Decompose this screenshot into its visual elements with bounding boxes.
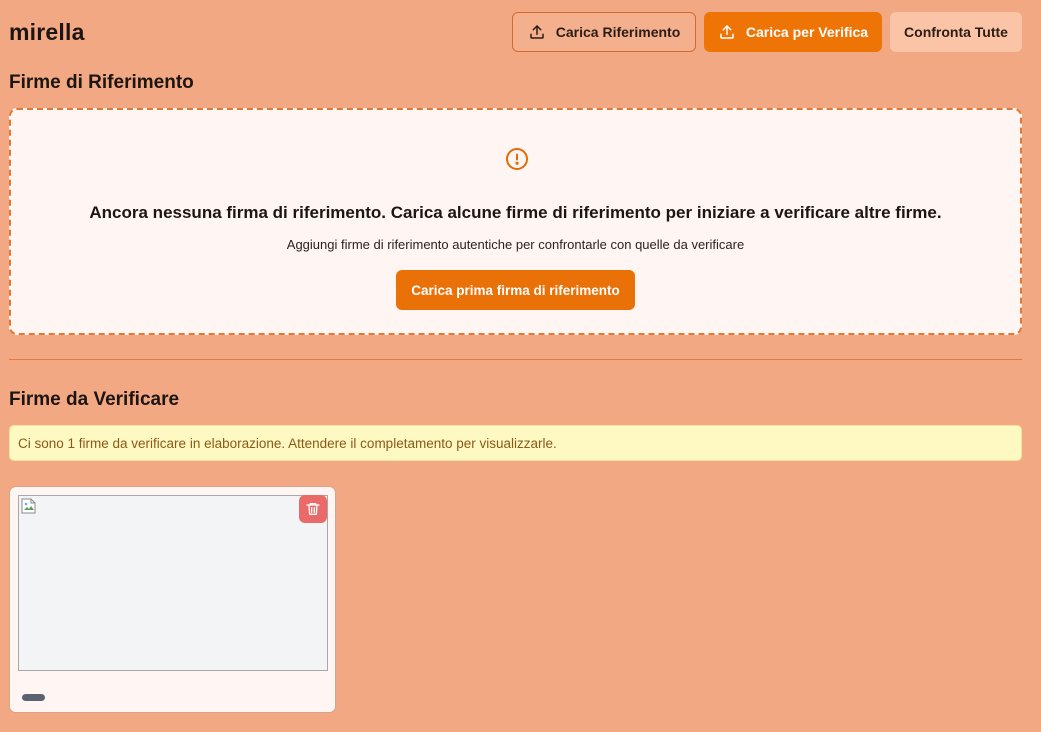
- signature-image: [18, 495, 328, 671]
- alert-circle-icon: [505, 147, 529, 171]
- signature-card[interactable]: [9, 486, 336, 713]
- upload-verify-button[interactable]: Carica per Verifica: [704, 12, 882, 52]
- reference-empty-state: Ancora nessuna firma di riferimento. Car…: [9, 108, 1022, 335]
- upload-icon: [528, 23, 546, 41]
- compare-all-label: Confronta Tutte: [904, 24, 1008, 40]
- delete-signature-button[interactable]: [299, 495, 327, 523]
- verify-section-title: Firme da Verificare: [9, 389, 180, 410]
- app-title: mirella: [9, 19, 85, 45]
- empty-state-heading: Ancora nessuna firma di riferimento. Car…: [89, 203, 942, 222]
- upload-reference-button[interactable]: Carica Riferimento: [512, 12, 696, 52]
- upload-verify-label: Carica per Verifica: [745, 24, 869, 40]
- section-divider: [9, 359, 1022, 360]
- processing-notice: Ci sono 1 firme da verificare in elabora…: [9, 425, 1022, 461]
- upload-first-reference-button[interactable]: Carica prima firma di riferimento: [396, 270, 635, 310]
- loading-placeholder: [22, 694, 45, 701]
- compare-all-button[interactable]: Confronta Tutte: [890, 12, 1022, 52]
- broken-image-icon: [21, 498, 37, 514]
- trash-icon: [305, 501, 321, 517]
- card-footer: [10, 678, 335, 712]
- upload-reference-label: Carica Riferimento: [555, 24, 681, 40]
- processing-notice-text: Ci sono 1 firme da verificare in elabora…: [18, 435, 557, 451]
- empty-state-subtext: Aggiungi firme di riferimento autentiche…: [286, 237, 745, 252]
- reference-section-title: Firme di Riferimento: [9, 72, 194, 93]
- upload-icon: [718, 23, 736, 41]
